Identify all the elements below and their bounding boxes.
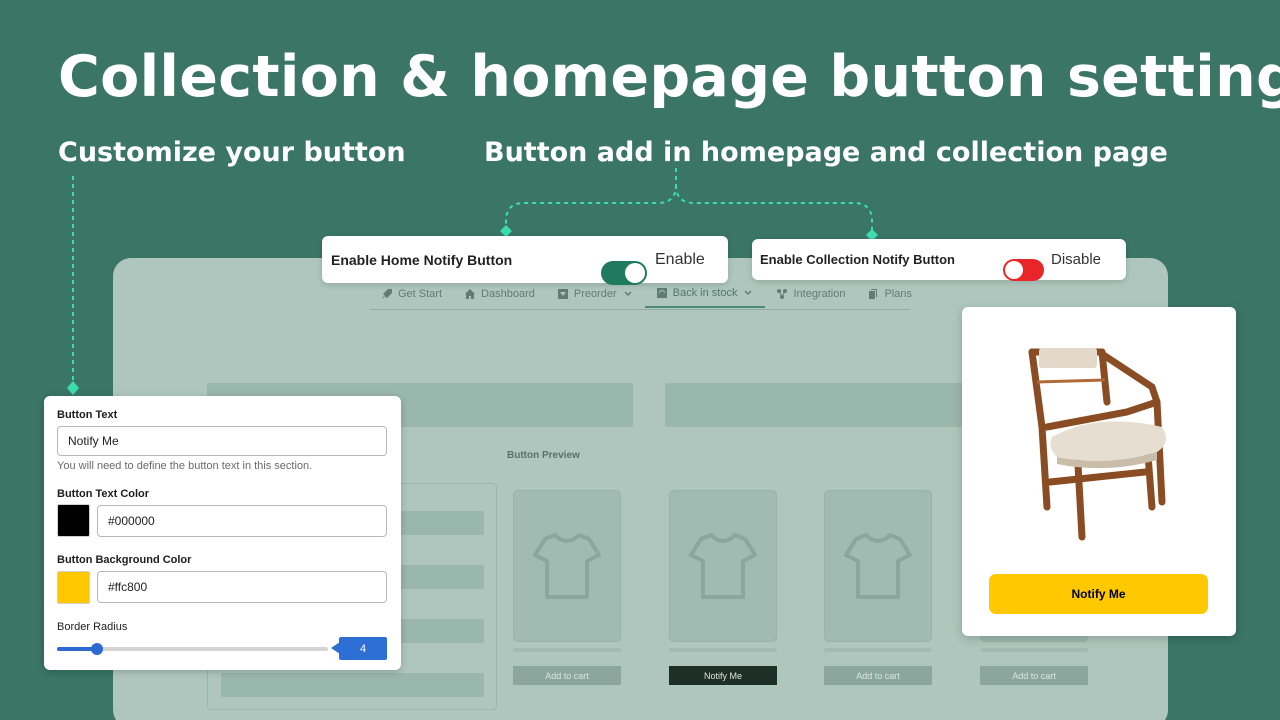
tab-label: Integration: [793, 288, 846, 300]
button-text-label: Button Text: [57, 409, 118, 421]
tab-label: Get Start: [398, 288, 443, 300]
button-placement-subheading: Button add in homepage and collection pa…: [484, 137, 1168, 168]
download-box-icon: [557, 289, 568, 299]
skeleton-line: [513, 648, 621, 652]
tab-label: Dashboard: [481, 288, 535, 300]
skeleton-block: [665, 383, 975, 427]
collection-notify-toggle-card: Enable Collection Notify Button Disable: [752, 239, 1126, 281]
notify-me-preview-button[interactable]: Notify Me: [669, 666, 777, 685]
switch-knob: [625, 262, 645, 283]
border-radius-slider-thumb[interactable]: [91, 643, 103, 655]
notify-me-button[interactable]: Notify Me: [989, 574, 1208, 614]
border-radius-value: 4: [339, 637, 387, 660]
text-color-swatch[interactable]: [57, 504, 90, 537]
tab-label: Plans: [884, 288, 912, 300]
home-notify-toggle-card: Enable Home Notify Button Enable: [322, 236, 728, 285]
button-preview-title: Button Preview: [507, 450, 580, 461]
bg-color-label: Button Background Color: [57, 554, 192, 566]
connector-diamond: [67, 381, 79, 395]
tab-label: Preorder: [573, 288, 617, 300]
app-nav-tabs: Get Start Dashboard Preorder Back in sto…: [370, 280, 912, 310]
bg-color-input[interactable]: #ffc800: [97, 571, 387, 603]
collection-notify-switch[interactable]: [1003, 258, 1044, 281]
skeleton-line: [980, 648, 1088, 652]
customize-subheading: Customize your button: [58, 137, 406, 168]
switch-knob: [1005, 260, 1023, 279]
tab-label: Back in stock: [672, 287, 738, 299]
preview-product: Add to cart: [824, 490, 932, 685]
refresh-box-icon: [656, 288, 667, 298]
preview-product: Notify Me: [669, 490, 777, 685]
home-notify-label: Enable Home Notify Button: [331, 252, 513, 268]
home-notify-switch[interactable]: [601, 260, 647, 285]
tshirt-icon: [689, 533, 757, 599]
skeleton-row: [221, 673, 484, 697]
home-icon: [465, 289, 476, 299]
skeleton-row: [400, 565, 484, 589]
collection-notify-state: Disable: [1051, 251, 1102, 268]
button-text-help: You will need to define the button text …: [57, 460, 313, 472]
skeleton-line: [824, 648, 932, 652]
tshirt-icon: [844, 533, 912, 599]
add-to-cart-button[interactable]: Add to cart: [980, 666, 1088, 685]
plans-icon: [869, 289, 878, 299]
product-image-placeholder: [824, 490, 932, 642]
chair-image: [1028, 348, 1166, 541]
tab-plans[interactable]: Plans: [856, 280, 923, 308]
rocket-icon: [382, 289, 392, 299]
tab-integration[interactable]: Integration: [765, 280, 856, 308]
product-image-placeholder: [669, 490, 777, 642]
button-settings-panel: Button Text Notify Me You will need to d…: [44, 396, 401, 670]
integration-icon: [777, 289, 788, 299]
button-text-input[interactable]: Notify Me: [57, 426, 387, 456]
value-pointer-icon: [331, 642, 340, 654]
tab-dashboard[interactable]: Dashboard: [453, 280, 546, 308]
skeleton-row: [400, 619, 484, 643]
skeleton-line: [669, 648, 777, 652]
chevron-down-icon: [744, 290, 752, 296]
page-headline: Collection & homepage button settings: [58, 44, 1280, 110]
add-to-cart-button[interactable]: Add to cart: [513, 666, 621, 685]
text-color-input[interactable]: #000000: [97, 505, 387, 537]
tshirt-icon: [533, 533, 601, 599]
bg-color-swatch[interactable]: [57, 571, 90, 604]
chevron-down-icon: [624, 291, 632, 297]
product-image-placeholder: [513, 490, 621, 642]
collection-notify-label: Enable Collection Notify Button: [760, 252, 955, 267]
tab-back-in-stock[interactable]: Back in stock: [644, 280, 766, 308]
tab-get-start[interactable]: Get Start: [370, 280, 453, 308]
text-color-label: Button Text Color: [57, 488, 150, 500]
add-to-cart-button[interactable]: Add to cart: [824, 666, 932, 685]
border-radius-label: Border Radius: [57, 621, 128, 633]
home-notify-state: Enable: [655, 251, 705, 268]
preview-product: Add to cart: [513, 490, 621, 685]
skeleton-row: [400, 511, 484, 535]
